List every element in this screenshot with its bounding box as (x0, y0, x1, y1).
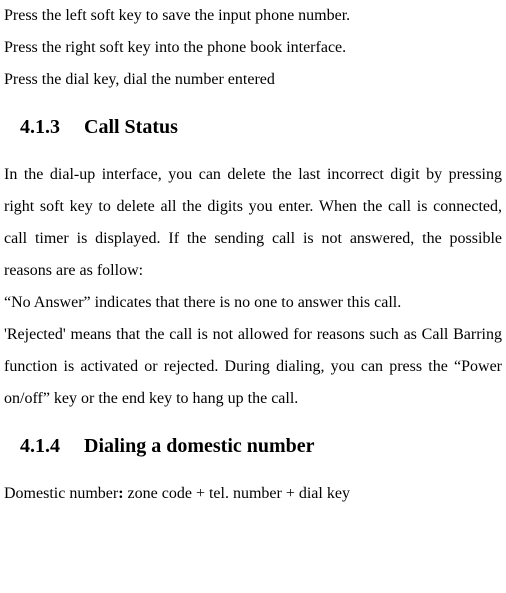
heading-414-number: 4.1.4 (20, 435, 60, 458)
heading-413: 4.1.3 Call Status (4, 116, 502, 139)
domestic-prefix: Domestic number (4, 485, 118, 502)
section-414-para: Domestic number: zone code + tel. number… (4, 478, 502, 510)
heading-413-number: 4.1.3 (20, 116, 60, 139)
intro-line-1: Press the left soft key to save the inpu… (4, 0, 502, 32)
heading-414-title: Dialing a domestic number (84, 435, 315, 457)
heading-414: 4.1.4 Dialing a domestic number (4, 435, 502, 458)
intro-line-3: Press the dial key, dial the number ente… (4, 64, 502, 96)
section-413-para-1: In the dial-up interface, you can delete… (4, 159, 502, 287)
section-413-para-2: “No Answer” indicates that there is no o… (4, 287, 502, 319)
domestic-rest: zone code + tel. number + dial key (124, 485, 350, 502)
section-413-para-3: 'Rejected' means that the call is not al… (4, 319, 502, 415)
intro-line-2: Press the right soft key into the phone … (4, 32, 502, 64)
heading-413-title: Call Status (84, 116, 178, 138)
